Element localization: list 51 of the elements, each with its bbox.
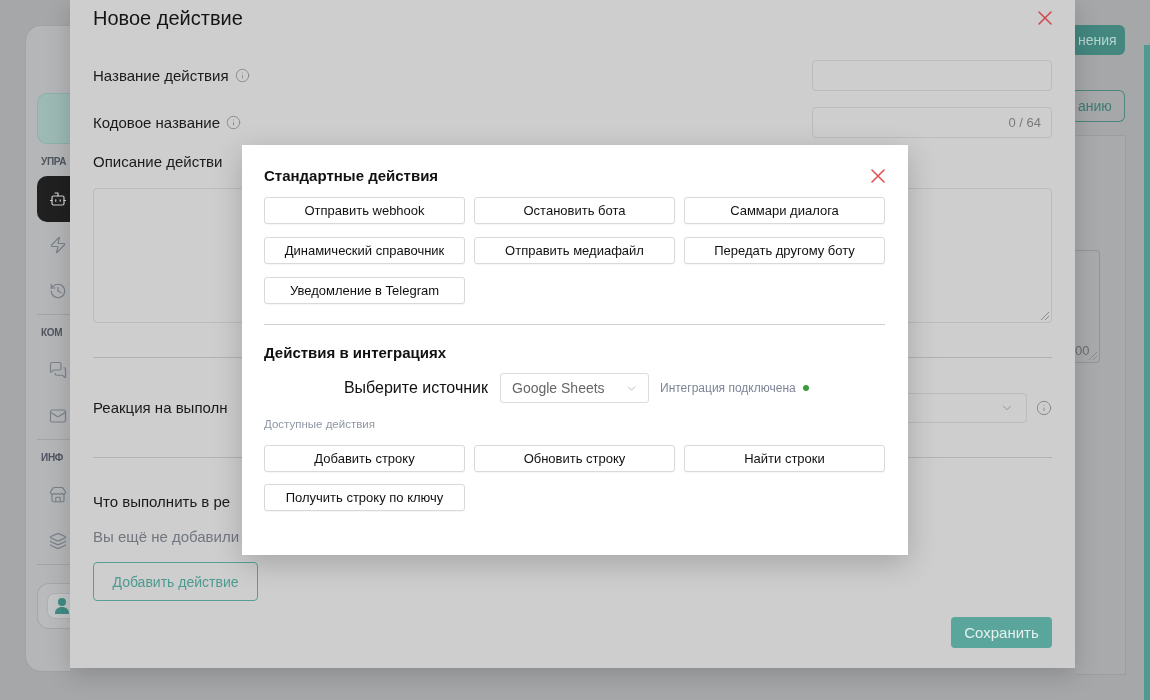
dialog-title: Новое действие xyxy=(93,6,243,31)
info-icon[interactable] xyxy=(226,115,241,130)
select-value: Google Sheets xyxy=(512,380,605,396)
robot-icon xyxy=(49,190,67,208)
action-button[interactable]: Добавить строку xyxy=(264,445,465,472)
field-label: Название действия xyxy=(93,65,229,86)
close-icon xyxy=(871,169,885,183)
field-label: Описание действи xyxy=(93,152,223,172)
action-button[interactable]: Саммари диалога xyxy=(684,197,885,224)
action-button[interactable]: Передать другому боту xyxy=(684,237,885,264)
close-icon xyxy=(1038,11,1052,25)
person-icon xyxy=(55,598,69,614)
profile-card[interactable] xyxy=(37,583,70,629)
close-button[interactable] xyxy=(1038,11,1052,25)
empty-state-text: Вы ещё не добавили xyxy=(93,527,240,547)
store-icon xyxy=(49,486,67,504)
action-button[interactable]: Отправить webhook xyxy=(264,197,465,224)
info-icon[interactable] xyxy=(1036,400,1052,416)
action-button[interactable]: Получить строку по ключу xyxy=(264,484,465,511)
available-actions-label: Доступные действия xyxy=(264,417,375,431)
section-label: КОМ xyxy=(40,326,63,339)
chat-icon xyxy=(49,361,67,379)
sidebar-item[interactable] xyxy=(37,176,70,222)
status-text: Интеграция подключена xyxy=(660,381,796,395)
section-label: УПРА xyxy=(40,155,67,168)
action-button[interactable]: Отправить медиафайл xyxy=(474,237,675,264)
action-button[interactable]: Динамический справочник xyxy=(264,237,465,264)
lightning-icon xyxy=(49,236,67,254)
source-label: Выберите источник xyxy=(343,379,488,397)
char-counter: 0 / 64 xyxy=(1008,115,1041,130)
section-title: Стандартные действия xyxy=(264,167,439,185)
resize-grip-icon xyxy=(1041,312,1049,320)
envelope-icon xyxy=(49,407,67,425)
section-heading: Что выполнить в ре xyxy=(93,492,231,512)
char-counter: 00 xyxy=(1075,344,1090,358)
layers-icon xyxy=(49,532,67,550)
close-button[interactable] xyxy=(871,169,885,183)
scrollbar-thumb[interactable] xyxy=(1144,45,1150,700)
source-select[interactable]: Google Sheets xyxy=(500,373,649,403)
action-button[interactable]: Остановить бота xyxy=(474,197,675,224)
highlight-card xyxy=(37,93,70,144)
action-button[interactable]: Обновить строку xyxy=(474,445,675,472)
action-button[interactable]: Найти строки xyxy=(684,445,885,472)
info-icon[interactable] xyxy=(234,68,250,83)
field-label: Реакция на выполн xyxy=(93,398,228,418)
history-icon xyxy=(49,282,67,300)
resize-grip-icon xyxy=(1089,352,1097,360)
field-label: Кодовое название xyxy=(93,112,220,133)
action-button[interactable]: Уведомление в Telegram xyxy=(264,277,465,304)
section-title: Действия в интеграциях xyxy=(264,344,447,362)
section-label: ИНФ xyxy=(40,451,64,464)
